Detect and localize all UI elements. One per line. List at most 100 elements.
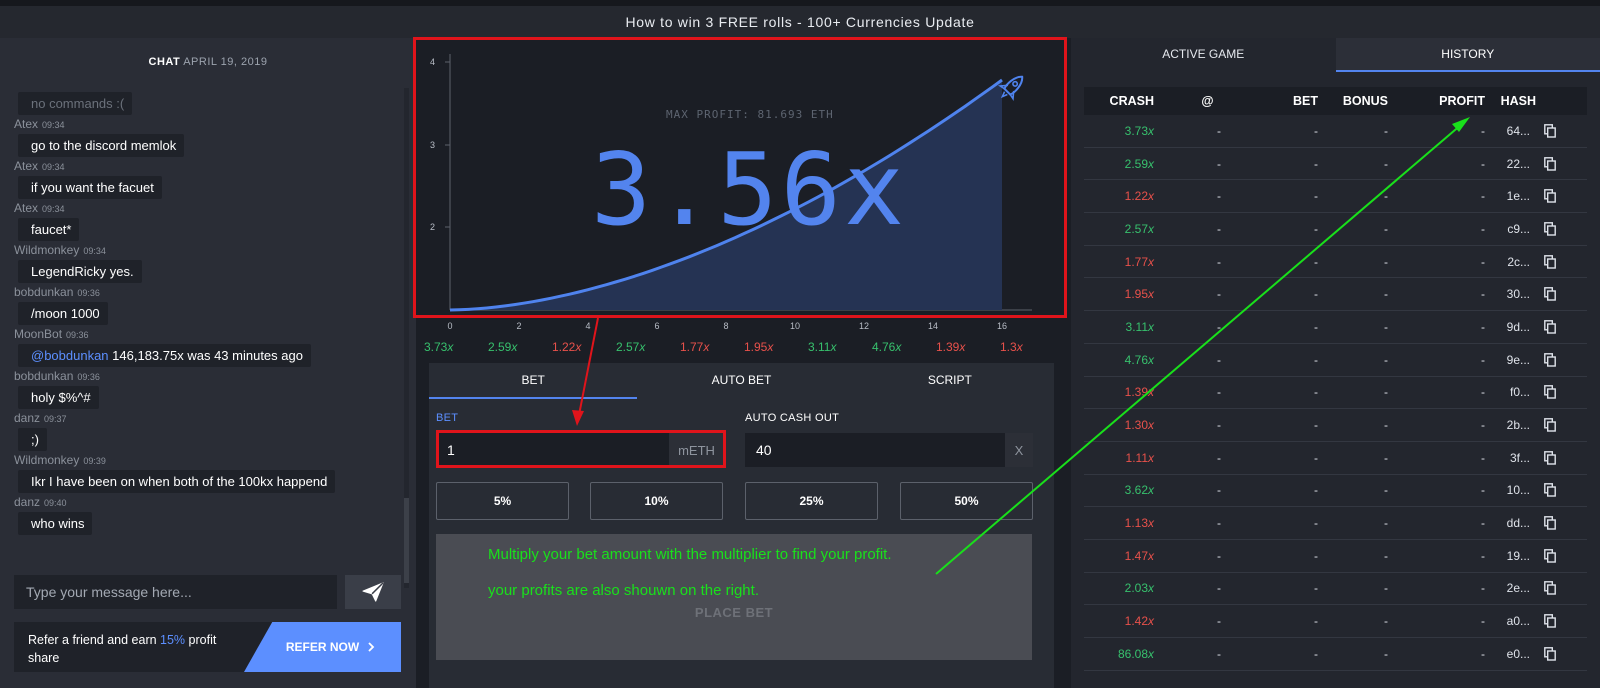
copy-hash-button[interactable] [1530, 189, 1556, 203]
copy-hash-button[interactable] [1530, 352, 1556, 367]
bet-10-percent-button[interactable]: 10% [590, 482, 723, 520]
crash-number: 1.77 [680, 340, 704, 354]
bet-5-percent-button[interactable]: 5% [436, 482, 569, 520]
recent-crash-value[interactable]: 4.76x [872, 340, 936, 354]
copy-hash-button[interactable] [1530, 287, 1556, 301]
history-row[interactable]: 1.11x - - - -3f... [1084, 442, 1587, 475]
copy-hash-button[interactable] [1530, 646, 1556, 661]
recent-crash-value[interactable]: 1.39x [936, 340, 1000, 354]
chat-header: CHAT APRIL 19, 2019 [0, 56, 416, 68]
chat-username[interactable]: Atex [14, 201, 38, 215]
history-row[interactable]: 1.39x - - - - f0... [1084, 377, 1587, 410]
history-row[interactable]: 1.42x - - - - a0... [1084, 605, 1587, 638]
copy-hash-button[interactable] [1530, 581, 1556, 596]
copy-hash-button[interactable] [1530, 254, 1556, 269]
copy-hash-button[interactable] [1530, 156, 1556, 171]
history-row[interactable]: 1.22x - - - -1e... [1084, 180, 1587, 214]
chat-username[interactable]: Wildmonkey [14, 243, 79, 257]
history-hash[interactable]: dd... [1485, 516, 1530, 530]
history-row[interactable]: 1.95x - - - -30... [1084, 278, 1587, 312]
recent-crash-value[interactable]: 3.73x [424, 340, 488, 354]
copy-hash-button[interactable] [1530, 123, 1556, 138]
history-hash[interactable]: 9d... [1485, 320, 1530, 334]
tab-auto-bet[interactable]: AUTO BET [637, 363, 845, 399]
banner-title[interactable]: How to win 3 FREE rolls - 100+ Currencie… [625, 14, 974, 30]
history-hash[interactable]: 2c... [1485, 255, 1530, 269]
copy-hash-button[interactable] [1530, 614, 1556, 628]
history-hash[interactable]: 2e... [1485, 581, 1530, 595]
chat-username[interactable]: Atex [14, 117, 38, 131]
recent-crash-value[interactable]: 1.3x [1000, 340, 1064, 354]
history-hash[interactable]: 30... [1485, 287, 1530, 301]
chat-timestamp: 09:34 [42, 162, 65, 172]
copy-hash-button[interactable] [1530, 320, 1556, 334]
tab-active-game[interactable]: ACTIVE GAME [1071, 38, 1336, 72]
history-row[interactable]: 1.30x - - - -2b... [1084, 409, 1587, 442]
crash-suffix: x [703, 340, 710, 354]
history-row[interactable]: 4.76x - - - -9e... [1084, 344, 1587, 377]
history-row[interactable]: 1.13x - - - - dd... [1084, 507, 1587, 540]
history-hash[interactable]: 19... [1485, 549, 1530, 563]
copy-hash-button[interactable] [1530, 548, 1556, 563]
crash-suffix: x [895, 340, 902, 354]
copy-hash-button[interactable] [1530, 418, 1556, 432]
history-hash[interactable]: f0... [1485, 385, 1530, 399]
history-hash[interactable]: 9e... [1485, 353, 1530, 367]
history-hash[interactable]: c9... [1485, 222, 1530, 236]
chat-username[interactable]: MoonBot [14, 327, 62, 341]
history-hash[interactable]: 3f... [1485, 451, 1530, 465]
history-row[interactable]: 1.77x - - - -2c... [1084, 246, 1587, 279]
refer-now-button[interactable]: REFER NOW [244, 622, 401, 672]
chat-username[interactable]: danz [14, 495, 40, 509]
bet-25-percent-button[interactable]: 25% [745, 482, 878, 520]
history-row[interactable]: 1.47x - - - -19... [1084, 540, 1587, 573]
recent-crash-value[interactable]: 3.11x [808, 340, 872, 354]
history-row[interactable]: 86.08x - - - - e0... [1084, 638, 1587, 671]
history-hash[interactable]: 2b... [1485, 418, 1530, 432]
current-multiplier: 3.56x [591, 131, 908, 248]
game-area: 432 0 2 4 6 8 10 12 14 16 MAX PROFIT: 81.693 ETH… [413, 37, 1071, 688]
copy-hash-button[interactable] [1530, 516, 1556, 530]
chat-mention[interactable]: @bobdunkan [31, 348, 109, 363]
history-hash[interactable]: a0... [1485, 614, 1530, 628]
tab-bet[interactable]: BET [429, 363, 638, 399]
recent-crash-value[interactable]: 1.22x [552, 340, 616, 354]
recent-crash-value[interactable]: 1.77x [680, 340, 744, 354]
chat-username[interactable]: Wildmonkey [14, 453, 79, 467]
history-row[interactable]: 2.59x - - - -22... [1084, 148, 1587, 181]
tab-script[interactable]: SCRIPT [846, 363, 1054, 399]
recent-crash-value[interactable]: 2.59x [488, 340, 552, 354]
chat-username[interactable]: Atex [14, 159, 38, 173]
history-hash[interactable]: 1e... [1485, 189, 1530, 203]
send-message-button[interactable] [345, 575, 401, 609]
recent-crash-value[interactable]: 2.57x [616, 340, 680, 354]
history-row[interactable]: 3.11x - - - -9d... [1084, 311, 1587, 344]
copy-hash-button[interactable] [1530, 450, 1556, 465]
history-hash[interactable]: 64... [1485, 124, 1530, 138]
chat-message-text: ;) [18, 428, 47, 451]
history-hash[interactable]: 22... [1485, 157, 1530, 171]
history-table-header: CRASH @ BET BONUS PROFIT HASH [1084, 87, 1587, 115]
chat-username[interactable]: danz [14, 411, 40, 425]
recent-crash-value[interactable]: 1.95x [744, 340, 808, 354]
history-profit: - [1481, 483, 1485, 498]
history-hash[interactable]: 10... [1485, 483, 1530, 497]
top-banner[interactable]: How to win 3 FREE rolls - 100+ Currencie… [0, 0, 1600, 38]
copy-hash-button[interactable] [1530, 222, 1556, 236]
copy-hash-button[interactable] [1530, 483, 1556, 498]
chat-scroll-thumb[interactable] [404, 498, 409, 583]
history-hash[interactable]: e0... [1485, 647, 1530, 661]
tab-history[interactable]: HISTORY [1335, 38, 1600, 72]
history-row[interactable]: 2.03x - - - -2e... [1084, 573, 1587, 606]
bet-50-percent-button[interactable]: 50% [900, 482, 1033, 520]
history-row[interactable]: 3.73x - - - -64... [1084, 115, 1587, 148]
history-row[interactable]: 3.62x - - - -10... [1084, 475, 1587, 508]
chat-username[interactable]: bobdunkan [14, 285, 73, 299]
chat-username[interactable]: bobdunkan [14, 369, 73, 383]
history-row[interactable]: 2.57x - - - - c9... [1084, 213, 1587, 246]
history-profit: - [1481, 221, 1485, 236]
copy-hash-button[interactable] [1530, 385, 1556, 400]
auto-cash-out-input[interactable]: 40 X [745, 433, 1033, 467]
chat-message-input[interactable] [14, 575, 337, 609]
x-tick-label: 16 [996, 321, 1008, 331]
